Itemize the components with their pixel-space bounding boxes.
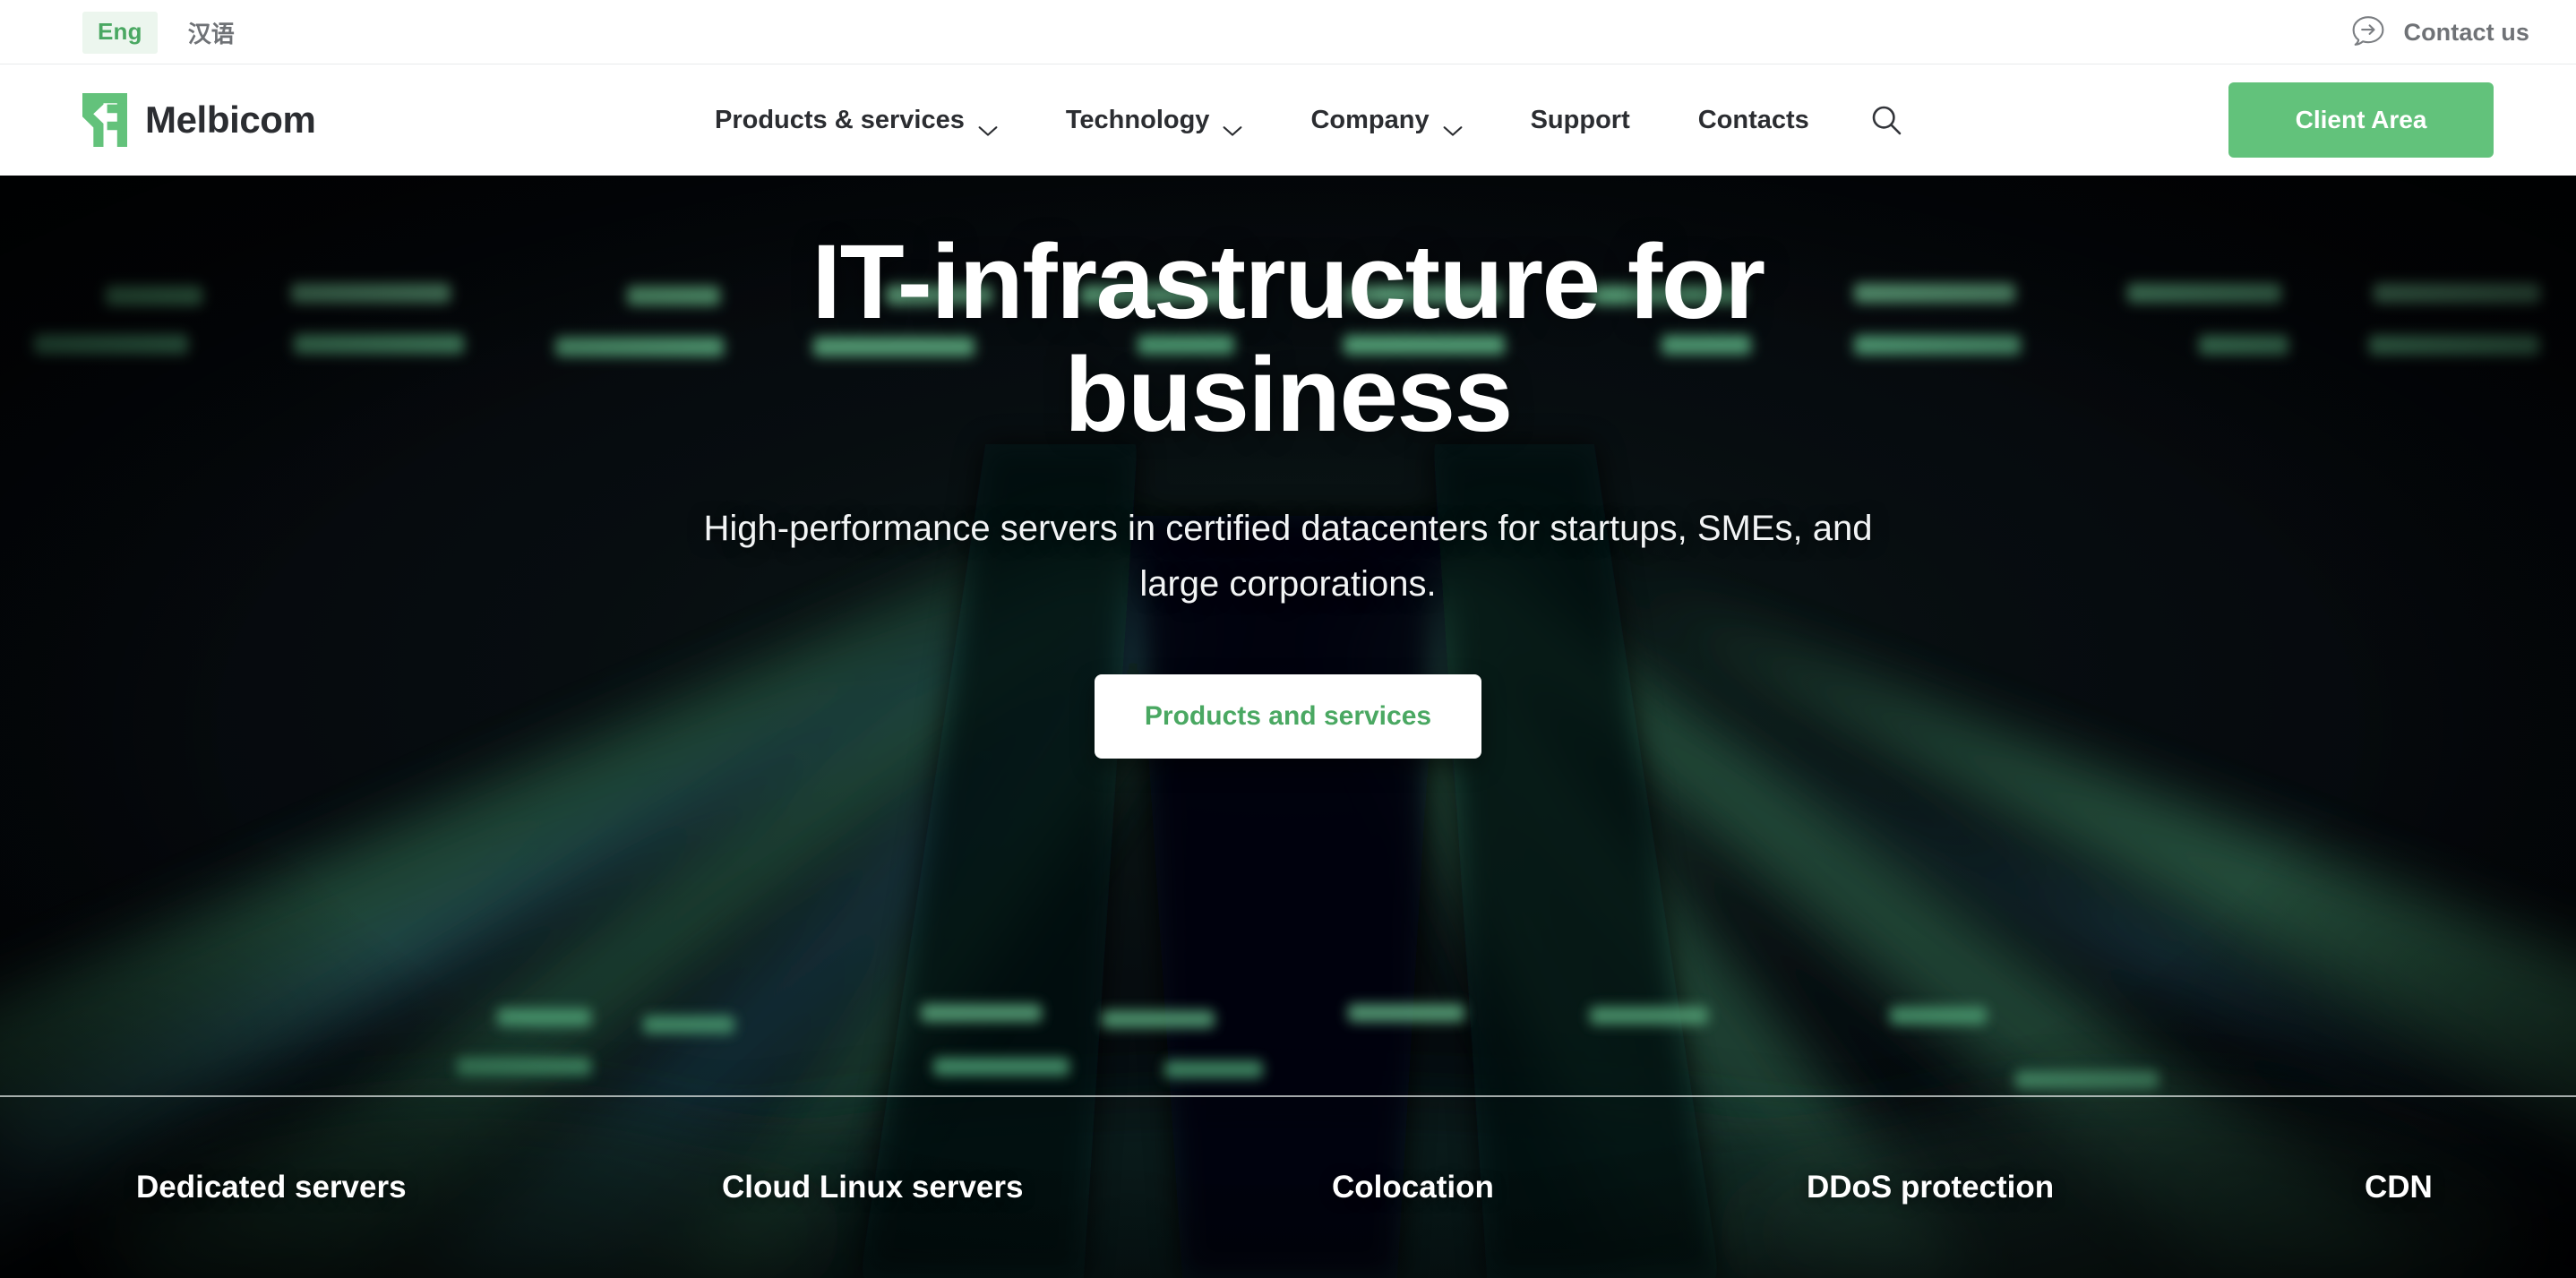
speech-bubble-arrow-icon <box>2349 13 2387 51</box>
service-link-cdn[interactable]: CDN <box>2365 1170 2433 1205</box>
contact-us-label: Contact us <box>2403 18 2529 46</box>
nav-item-products-services[interactable]: Products & services <box>681 64 1032 176</box>
melbicom-m-logo-icon <box>82 93 127 147</box>
nav-item-label: Technology <box>1065 105 1210 134</box>
language-option-chinese[interactable]: 汉语 <box>181 10 242 56</box>
hero-section: IT-infrastructure for business High-perf… <box>0 176 2576 1278</box>
chevron-down-icon <box>978 115 998 136</box>
hero-title: IT-infrastructure for business <box>811 223 1765 455</box>
brand-home-link[interactable]: Melbicom <box>82 64 316 176</box>
nav-item-technology[interactable]: Technology <box>1032 64 1277 176</box>
service-link-ddos-protection[interactable]: DDoS protection <box>1807 1170 2054 1205</box>
products-and-services-button[interactable]: Products and services <box>1094 673 1482 759</box>
service-link-cloud-linux-servers[interactable]: Cloud Linux servers <box>722 1170 1023 1205</box>
brand-name: Melbicom <box>145 99 316 141</box>
hero-content: IT-infrastructure for business High-perf… <box>0 176 2576 1096</box>
nav-item-label: Products & services <box>715 105 965 134</box>
hero-subtitle: High-performance servers in certified da… <box>703 508 1873 604</box>
client-area-button[interactable]: Client Area <box>2228 82 2494 158</box>
language-switcher: Eng 汉语 <box>82 0 242 64</box>
service-link-dedicated-servers[interactable]: Dedicated servers <box>136 1170 407 1205</box>
nav-item-label: Company <box>1310 105 1430 134</box>
chevron-down-icon <box>1443 115 1463 136</box>
utility-bar: Eng 汉语 Contact us <box>0 0 2576 64</box>
nav-item-label: Contacts <box>1697 105 1809 134</box>
main-navigation: Melbicom Products & services Technology … <box>0 64 2576 176</box>
search-icon <box>1869 103 1903 137</box>
contact-us-link[interactable]: Contact us <box>2349 0 2529 64</box>
service-links-bar: Dedicated servers Cloud Linux servers Co… <box>0 1097 2576 1278</box>
nav-links: Products & services Technology Company S… <box>681 64 1929 176</box>
service-link-colocation[interactable]: Colocation <box>1332 1170 1494 1205</box>
search-button[interactable] <box>1843 64 1929 176</box>
nav-item-label: Support <box>1530 105 1630 134</box>
nav-item-support[interactable]: Support <box>1497 64 1664 176</box>
chevron-down-icon <box>1223 115 1242 136</box>
nav-item-company[interactable]: Company <box>1276 64 1496 176</box>
nav-item-contacts[interactable]: Contacts <box>1664 64 1843 176</box>
language-option-eng[interactable]: Eng <box>82 11 158 54</box>
